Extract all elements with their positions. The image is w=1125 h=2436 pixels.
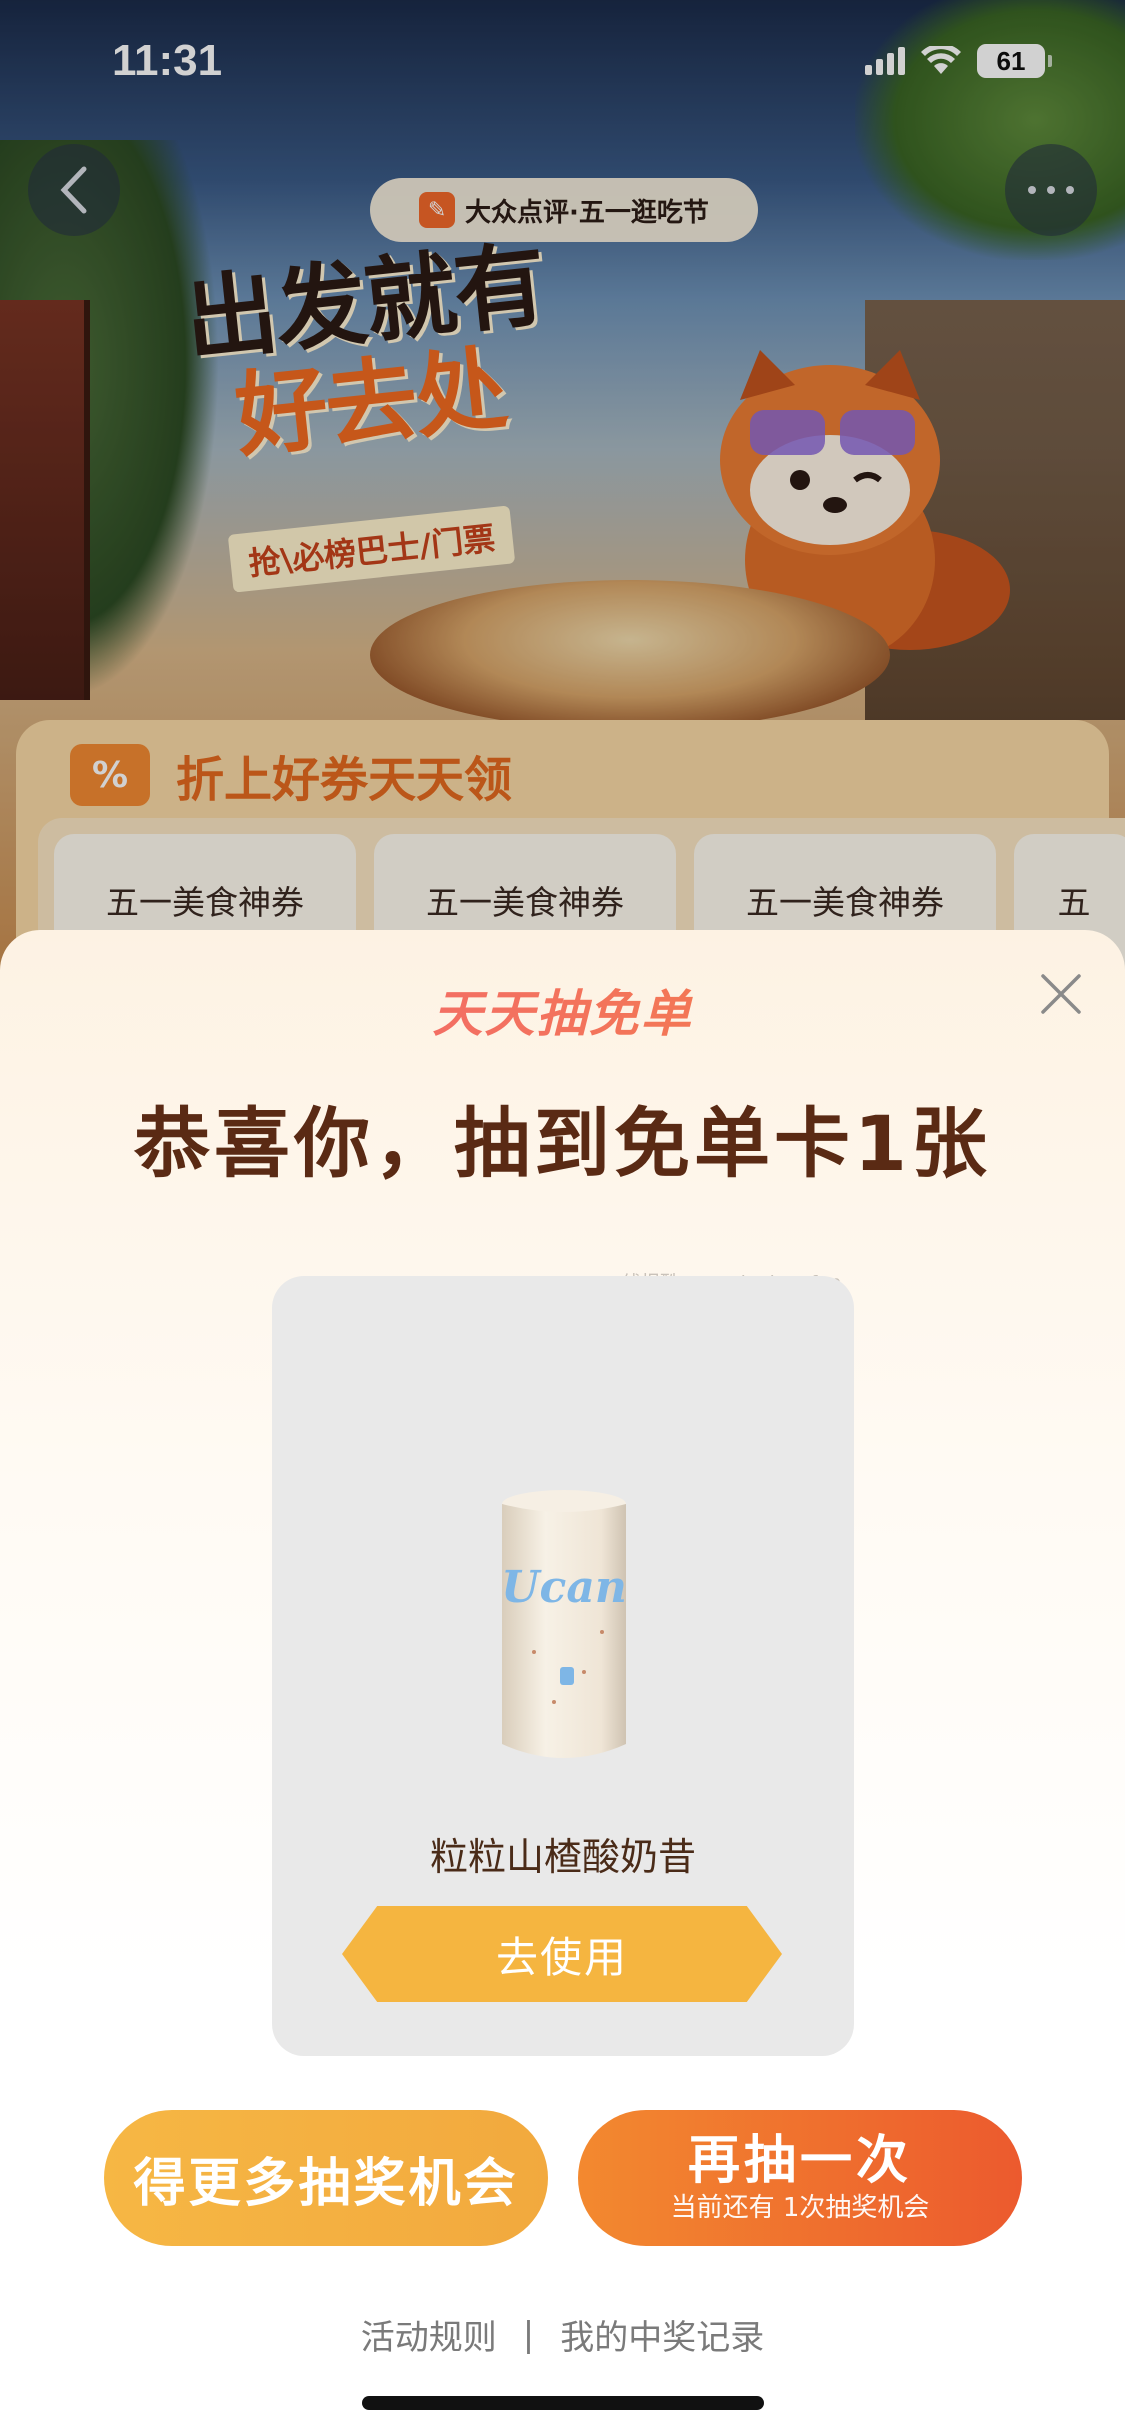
prize-sheet: 天天抽免单 恭喜你，抽到免单卡1张 线报酷-new.xianbao.fun Uc… <box>0 930 1125 2436</box>
remaining-chances-text: 当前还有 1次抽奖机会 <box>670 2193 930 2223</box>
more-button[interactable] <box>1005 144 1097 236</box>
coupon-header: % 折上好券天天领 <box>70 740 512 810</box>
food-illustration <box>370 580 890 730</box>
footer-links: 活动规则 | 我的中奖记录 <box>0 2310 1125 2359</box>
signal-icon <box>865 47 905 75</box>
status-bar: 11:31 61 <box>0 0 1125 130</box>
home-indicator[interactable] <box>362 2396 764 2410</box>
status-icons: 61 <box>865 44 1052 78</box>
coupon-title: 折上好券天天领 <box>176 752 513 808</box>
congrats-headline: 恭喜你，抽到免单卡1张 <box>134 1099 991 1188</box>
hero-subtitle: 抢\必榜巴士/门票 <box>227 505 516 593</box>
milkshake-can-image: Ucan <box>501 1490 627 1758</box>
chevron-left-icon <box>60 166 87 214</box>
percent-icon: % <box>70 744 150 806</box>
draw-again-button[interactable]: 再抽一次 当前还有 1次抽奖机会 <box>578 2110 1022 2246</box>
lottery-logo: 天天抽免单 <box>0 974 1125 1046</box>
prize-records-link[interactable]: 我的中奖记录 <box>560 2310 764 2359</box>
back-button[interactable] <box>28 144 120 236</box>
footer-divider: | <box>522 2314 535 2355</box>
use-coupon-button[interactable]: 去使用 <box>342 1906 782 2002</box>
get-more-chances-button[interactable]: 得更多抽奖机会 <box>104 2110 548 2246</box>
draw-again-label: 再抽一次 <box>687 2131 912 2191</box>
can-brand: Ucan <box>501 1562 627 1613</box>
hero-title: 出发就有 好去处 <box>180 229 620 472</box>
prize-card: Ucan 粒粒山楂酸奶昔 去使用 <box>272 1276 854 2056</box>
more-icon <box>1028 186 1074 194</box>
wifi-icon <box>921 46 961 74</box>
dianping-logo-icon: ✎ <box>419 192 456 228</box>
rules-link[interactable]: 活动规则 <box>361 2310 497 2359</box>
battery-icon: 61 <box>977 44 1052 78</box>
status-time: 11:31 <box>112 36 223 85</box>
building-decoration <box>0 300 90 700</box>
prize-name: 粒粒山楂酸奶昔 <box>429 1835 696 1879</box>
brand-text: 大众点评·五一逛吃节 <box>465 197 709 228</box>
